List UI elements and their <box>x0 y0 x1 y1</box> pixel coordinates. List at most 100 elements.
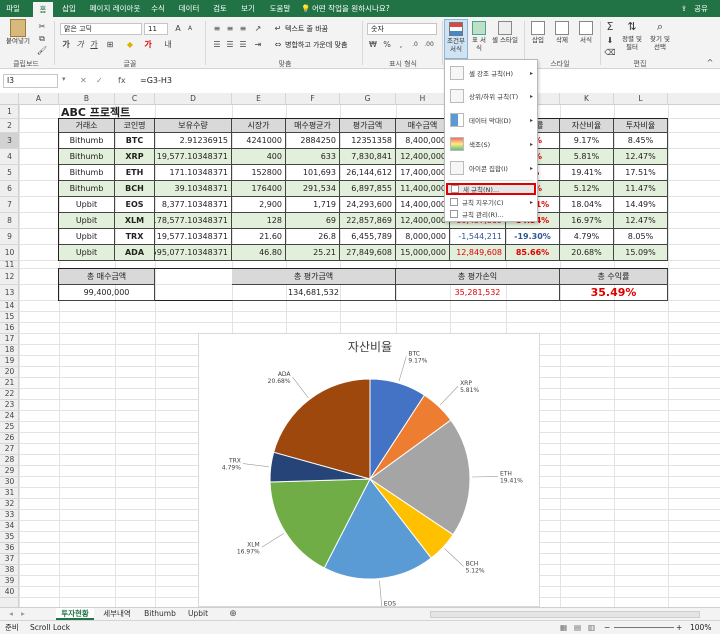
menu-item-clear-rules[interactable]: 규칙 지우기(C) ▸ <box>445 196 537 208</box>
row-header[interactable]: 31 <box>0 488 19 499</box>
table-cell[interactable]: 39.10348371 <box>155 181 232 197</box>
tab-insert[interactable]: 삽입 <box>58 0 80 17</box>
row-header[interactable]: 33 <box>0 510 19 521</box>
table-cell[interactable]: Bithumb <box>59 133 115 149</box>
table-cell[interactable]: 2.91236915 <box>155 133 232 149</box>
share-button[interactable]: 공유 <box>690 0 712 17</box>
wrap-text-icon[interactable]: ↵ <box>272 23 284 35</box>
row-header[interactable]: 10 <box>0 245 19 261</box>
row-header[interactable]: 15 <box>0 312 19 323</box>
table-cell[interactable]: -1,544,211 <box>450 229 506 245</box>
fill-icon[interactable]: ⬇ <box>604 35 616 47</box>
decrease-decimal-icon[interactable]: .00 <box>423 39 435 51</box>
align-right-icon[interactable]: ☰ <box>237 39 249 51</box>
align-left-icon[interactable]: ☰ <box>211 39 223 51</box>
table-cell[interactable]: Bithumb <box>59 165 115 181</box>
table-cell[interactable]: 12,400,000 <box>396 149 450 165</box>
table-cell[interactable]: 19,577.10348371 <box>155 229 232 245</box>
table-cell[interactable]: 85.66% <box>506 245 560 261</box>
sheet-tab-bithumb[interactable]: Bithumb <box>140 608 180 620</box>
format-painter-icon[interactable]: 🖌 <box>36 45 48 57</box>
table-header[interactable]: 투자비율 <box>614 119 668 133</box>
column-header[interactable]: F <box>286 93 340 105</box>
name-box[interactable]: I3 <box>3 74 58 88</box>
format-as-table-button[interactable]: 표 서식 <box>470 19 488 52</box>
table-cell[interactable]: 7,830,841 <box>340 149 396 165</box>
prev-sheet-icon[interactable]: ◂ <box>6 608 16 620</box>
row-header[interactable]: 27 <box>0 444 19 455</box>
underline-icon[interactable]: 가 <box>88 39 100 51</box>
table-cell[interactable]: 19,577.10348371 <box>155 149 232 165</box>
table-cell[interactable]: 4.79% <box>560 229 614 245</box>
tab-help[interactable]: 도움말 <box>265 0 295 17</box>
tab-review[interactable]: 검토 <box>209 0 231 17</box>
row-header[interactable]: 4 <box>0 149 19 165</box>
table-cell[interactable]: 171.10348371 <box>155 165 232 181</box>
table-cell[interactable]: EOS <box>115 197 155 213</box>
row-header[interactable]: 28 <box>0 455 19 466</box>
column-header[interactable]: C <box>115 93 155 105</box>
table-cell[interactable]: 18.04% <box>560 197 614 213</box>
table-cell[interactable]: 5.12% <box>560 181 614 197</box>
autosum-icon[interactable]: Σ <box>604 21 616 33</box>
bold-icon[interactable]: 가 <box>60 39 72 51</box>
table-cell[interactable]: 11.47% <box>614 181 668 197</box>
table-cell[interactable]: 9.17% <box>560 133 614 149</box>
menu-item-color-scales[interactable]: 색조(S) ▸ <box>445 134 537 154</box>
table-cell[interactable]: 8,400,000 <box>396 133 450 149</box>
align-top-icon[interactable]: ≡ <box>211 23 223 35</box>
zoom-slider[interactable] <box>614 627 674 628</box>
row-header[interactable]: 39 <box>0 576 19 587</box>
row-header[interactable]: 35 <box>0 532 19 543</box>
table-cell[interactable]: 2,900 <box>232 197 286 213</box>
row-header[interactable]: 38 <box>0 565 19 576</box>
row-header[interactable]: 17 <box>0 334 19 345</box>
cancel-icon[interactable]: ✕ <box>80 74 87 88</box>
insert-function-icon[interactable]: fx <box>118 74 126 88</box>
table-cell[interactable]: 17,400,000 <box>396 165 450 181</box>
table-header[interactable]: 매수금액 <box>396 119 450 133</box>
menu-item-icon-sets[interactable]: 아이콘 집합(I) ▸ <box>445 158 537 178</box>
percent-icon[interactable]: % <box>381 39 393 51</box>
table-cell[interactable]: 152800 <box>232 165 286 181</box>
table-cell[interactable]: 26,144,612 <box>340 165 396 181</box>
table-cell[interactable]: 633 <box>286 149 340 165</box>
column-header[interactable]: G <box>340 93 396 105</box>
table-cell[interactable]: 12,400,000 <box>396 213 450 229</box>
row-header[interactable]: 25 <box>0 422 19 433</box>
format-cells-button[interactable]: 서식 <box>576 19 596 44</box>
row-header[interactable]: 12 <box>0 269 19 285</box>
merge-icon[interactable]: ⇔ <box>272 39 284 51</box>
table-header[interactable]: 시장가 <box>232 119 286 133</box>
add-sheet-icon[interactable]: ⊕ <box>226 608 240 620</box>
menu-item-top-bottom-rules[interactable]: 상위/하위 규칙(T) ▸ <box>445 86 537 106</box>
table-cell[interactable]: 8,377.10348371 <box>155 197 232 213</box>
table-cell[interactable]: 25.21 <box>286 245 340 261</box>
row-header[interactable]: 26 <box>0 433 19 444</box>
tab-view[interactable]: 보기 <box>237 0 259 17</box>
summary-value[interactable]: 35.49% <box>560 285 668 301</box>
table-cell[interactable]: 5.81% <box>560 149 614 165</box>
table-cell[interactable]: 14.49% <box>614 197 668 213</box>
table-cell[interactable]: 11,400,000 <box>396 181 450 197</box>
summary-value[interactable]: 35,281,532 <box>396 285 560 301</box>
table-cell[interactable]: Upbit <box>59 213 115 229</box>
column-header[interactable]: H <box>396 93 450 105</box>
row-header[interactable]: 8 <box>0 213 19 229</box>
find-select-button[interactable]: ⌕ 찾기 및 선택 <box>646 19 674 51</box>
table-cell[interactable]: ADA <box>115 245 155 261</box>
column-header[interactable]: E <box>232 93 286 105</box>
row-header[interactable]: 36 <box>0 543 19 554</box>
clear-icon[interactable]: ⌫ <box>604 47 616 59</box>
table-cell[interactable]: 69 <box>286 213 340 229</box>
column-header[interactable]: K <box>560 93 614 105</box>
copy-icon[interactable]: ⧉ <box>36 33 48 45</box>
table-cell[interactable]: 400 <box>232 149 286 165</box>
row-header[interactable]: 2 <box>0 119 19 133</box>
menu-item-new-rule[interactable]: 새 규칙(N)... <box>446 183 536 195</box>
summary-value[interactable]: 134,681,532 <box>232 285 396 301</box>
row-header[interactable]: 34 <box>0 521 19 532</box>
zoom-level[interactable]: 100% <box>690 621 711 634</box>
table-cell[interactable]: Upbit <box>59 245 115 261</box>
table-cell[interactable]: 21.60 <box>232 229 286 245</box>
